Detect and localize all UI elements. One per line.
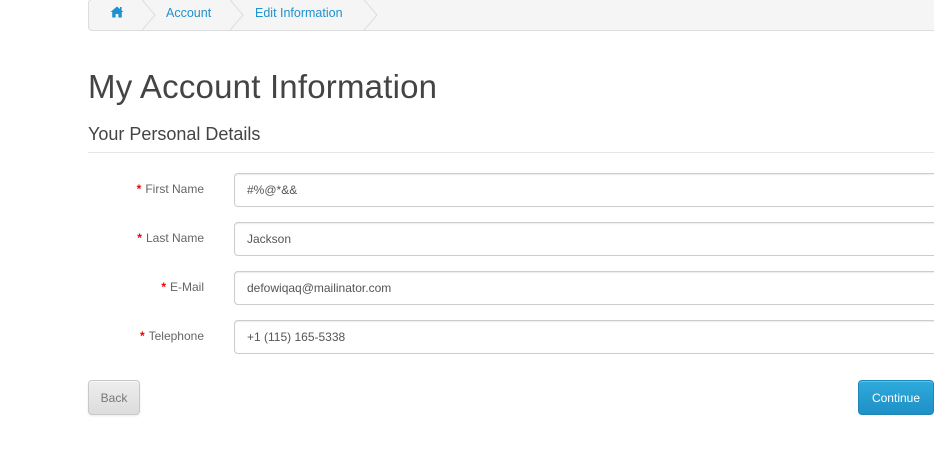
- page: Account Edit Information My Account Info…: [0, 0, 934, 468]
- email-label: * E-Mail: [161, 280, 204, 294]
- form-row-last-name: * Last Name: [88, 222, 934, 256]
- home-icon: [110, 6, 124, 18]
- page-title: My Account Information: [88, 68, 438, 105]
- breadcrumb-separator: [357, 0, 383, 30]
- back-button[interactable]: Back: [88, 380, 140, 415]
- telephone-label: * Telephone: [140, 329, 204, 343]
- section-legend: Your Personal Details: [88, 124, 261, 144]
- breadcrumb-separator: [135, 0, 161, 30]
- form-row-telephone: * Telephone: [88, 320, 934, 354]
- required-marker: *: [139, 329, 145, 343]
- telephone-input[interactable]: [234, 320, 934, 354]
- required-marker: *: [137, 231, 142, 245]
- breadcrumb-home[interactable]: [107, 0, 127, 30]
- first-name-label: * First Name: [137, 182, 204, 196]
- email-input[interactable]: [234, 271, 934, 305]
- first-name-label-text: First Name: [145, 182, 204, 196]
- required-marker: *: [161, 280, 166, 294]
- email-label-text: E-Mail: [169, 280, 204, 294]
- form-row-email: * E-Mail: [88, 271, 934, 305]
- last-name-input[interactable]: [234, 222, 934, 256]
- legend-divider: [88, 152, 934, 153]
- breadcrumb-edit-information[interactable]: Edit Information: [255, 0, 343, 30]
- last-name-label-text: Last Name: [145, 231, 204, 245]
- first-name-input[interactable]: [234, 173, 934, 207]
- last-name-label: * Last Name: [137, 231, 204, 245]
- breadcrumb-account[interactable]: Account: [166, 0, 211, 30]
- form-row-first-name: * First Name: [88, 173, 934, 207]
- continue-button[interactable]: Continue: [858, 380, 934, 415]
- required-marker: *: [136, 182, 142, 196]
- telephone-label-text: Telephone: [148, 329, 204, 343]
- breadcrumb: Account Edit Information: [88, 0, 934, 31]
- breadcrumb-separator: [223, 0, 249, 30]
